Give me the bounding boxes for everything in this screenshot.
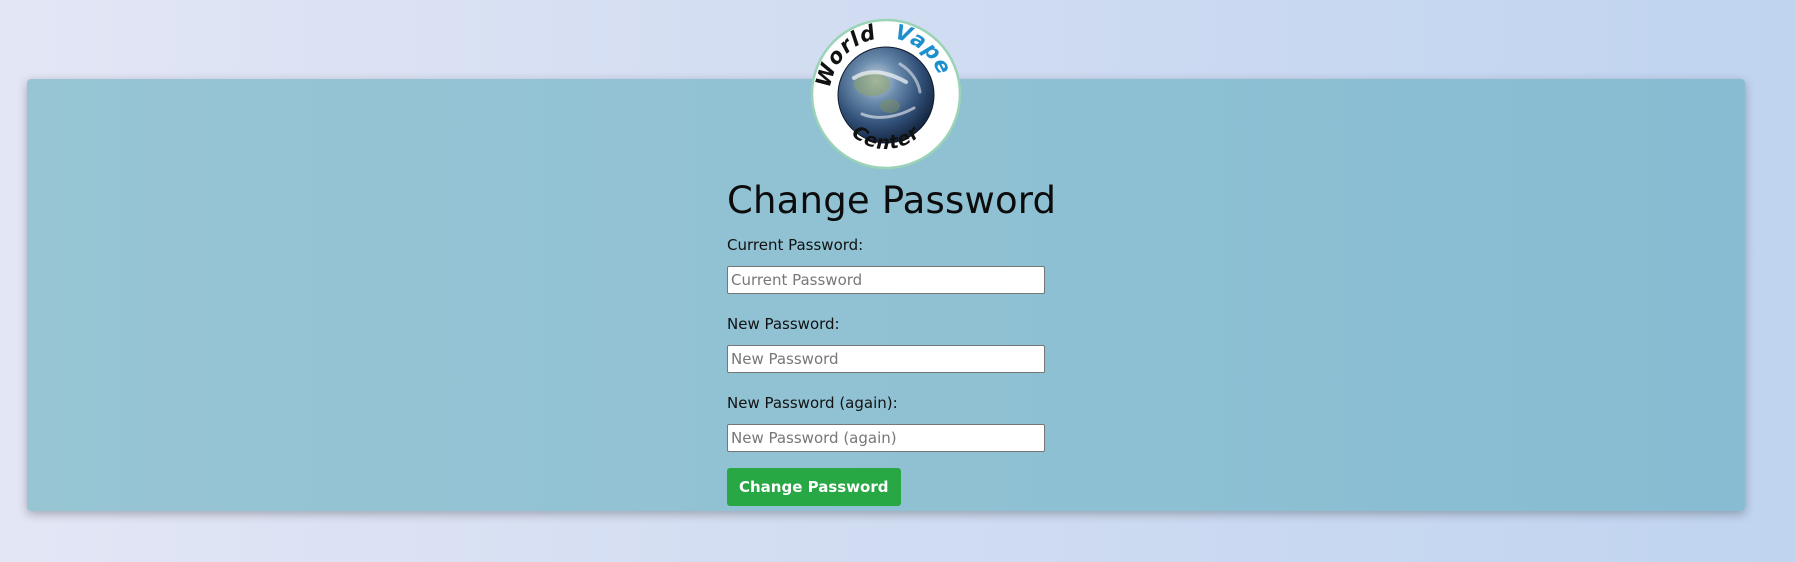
globe-logo-icon: World Vape Center [810,18,962,170]
change-password-button[interactable]: Change Password [727,468,901,506]
page-title: Change Password [727,179,1057,222]
new-password-input[interactable] [727,345,1045,373]
change-password-form: Change Password Current Password: New Pa… [727,175,1057,506]
confirm-password-input[interactable] [727,424,1045,452]
new-password-label: New Password: [727,315,840,333]
current-password-label: Current Password: [727,236,864,254]
world-vape-center-logo: World Vape Center [810,18,962,170]
current-password-input[interactable] [727,266,1045,294]
confirm-password-label: New Password (again): [727,394,898,412]
